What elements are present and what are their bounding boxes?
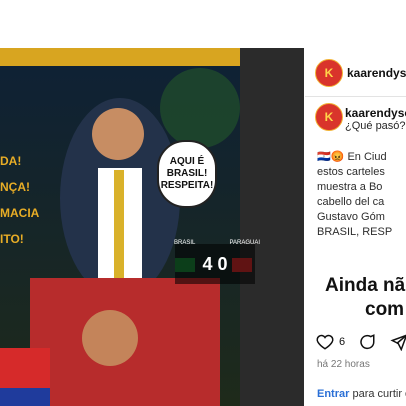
heart-icon[interactable] [315,332,335,352]
caption-username[interactable]: kaarendysoc [345,106,406,120]
caption-body: 🇵🇾😡 En Ciud estos carteles muestra a Bo … [317,150,406,240]
speech-line: AQUI É [169,156,205,167]
banner-line: NÇA! [0,180,30,194]
caption-line: Gustavo Góm [317,211,385,223]
post-header: K kaarendysoc [305,48,406,97]
caption-line: muestra a Bo [317,181,383,193]
post-time: há 22 horas [317,359,370,370]
poster-graphic [0,48,304,406]
banner-line: ITO! [0,232,24,246]
comment-icon[interactable] [357,332,377,352]
speech-line: RESPEITA! [160,180,214,191]
poster-side-text: DA! NÇA! MACIA ITO! [0,148,39,252]
login-prompt: Entrar para curtir ou [317,388,406,400]
banner-line: MACIA [0,206,40,220]
login-link[interactable]: Entrar [317,388,349,400]
notice-line: com [365,299,405,320]
caption-line: 🇵🇾😡 En Ciud [317,151,387,163]
post-image: DA! NÇA! MACIA ITO! AQUI É BRASIL! RESPE… [0,48,304,406]
speech-line: BRASIL! [166,168,208,179]
avatar[interactable]: K [315,59,343,87]
caption-text: ¿Qué pasó? [345,120,406,132]
score-display: 4 0 [175,244,255,284]
banner-line: DA! [0,154,22,168]
avatar-letter: K [324,66,334,80]
header-username[interactable]: kaarendysoc [347,66,406,80]
login-prompt-text: para curtir ou [352,388,406,400]
score-text: 4 0 [202,253,228,274]
action-icons: 6 [315,332,406,352]
caption-line: estos carteles [317,166,385,178]
caption-line: cabello del ca [317,196,385,208]
share-icon[interactable] [389,332,406,352]
speech-bubble: AQUI É BRASIL! RESPEITA! [157,140,217,208]
caption-line: BRASIL, RESP [317,226,393,238]
notice-line: Ainda nã [325,275,406,296]
no-comments-notice: Ainda nã com [325,274,405,322]
likes-count: 6 [339,336,346,348]
post-sidebar: K kaarendysoc K kaarendysoc ¿Qué pasó? 🇵… [305,0,406,406]
avatar-letter: K [324,110,334,124]
caption-avatar[interactable]: K [315,103,343,131]
